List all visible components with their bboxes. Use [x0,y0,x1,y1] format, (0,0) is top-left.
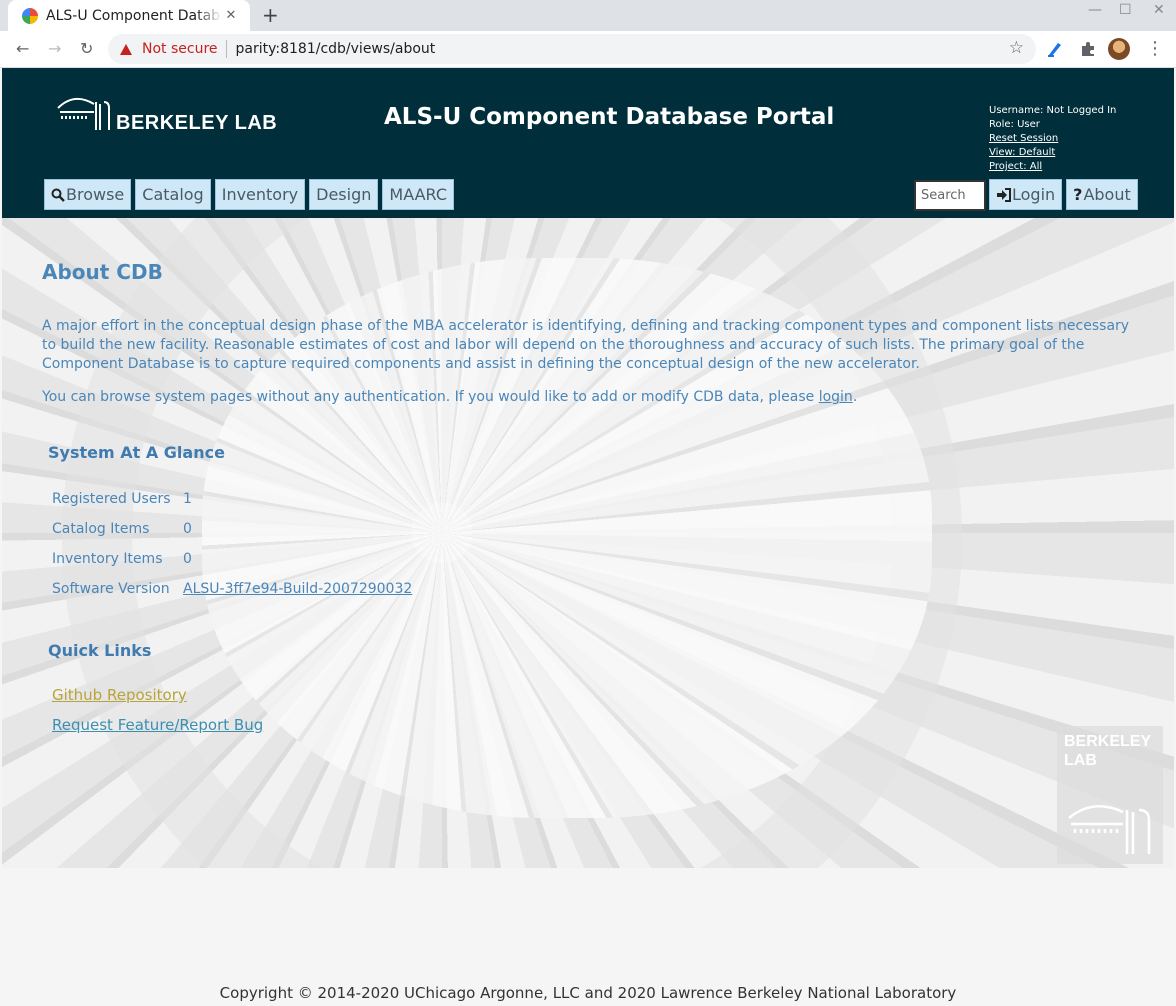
browse-paragraph-text: You can browse system pages without any … [42,389,819,405]
tab-title: ALS-U Component Database Portal [46,7,222,24]
glance-heading: System At A Glance [48,443,225,462]
view-link[interactable]: View: Default [989,146,1116,160]
security-label: Not secure [142,41,218,57]
browse-paragraph: You can browse system pages without any … [42,388,1132,407]
bookmark-star-icon[interactable]: ☆ [1009,38,1024,58]
profile-avatar[interactable] [1108,38,1130,60]
menu-catalog-label: Catalog [142,185,204,204]
main-content: About CDB A major effort in the conceptu… [2,218,1174,868]
quick-links-heading: Quick Links [48,641,152,660]
menu-catalog-button[interactable]: Catalog [135,179,211,210]
glance-row: Registered Users 1 [52,491,412,521]
glance-label: Registered Users [52,491,171,507]
username-label: Username: Not Logged In [989,105,1117,116]
browser-tabstrip: ALS-U Component Database Portal ✕ + — ☐ … [0,0,1176,31]
menu-maarc-button[interactable]: MAARC [382,179,455,210]
corner-building-icon [1068,805,1151,854]
back-icon[interactable]: ← [16,39,29,58]
glance-label: Inventory Items [52,551,163,567]
maximize-icon[interactable]: ☐ [1119,2,1132,18]
url-text: parity:8181/cdb/views/about [235,41,436,57]
favicon-icon [22,7,38,24]
glance-value: 0 [183,551,192,567]
project-link[interactable]: Project: All [989,160,1116,174]
about-paragraph: A major effort in the conceptual design … [42,318,1130,372]
portal-title: ALS-U Component Database Portal [384,104,835,130]
address-bar[interactable]: Not secure parity:8181/cdb/views/about ☆ [108,34,1036,64]
glance-row: Software Version ALSU-3ff7e94-Build-2007… [52,581,412,611]
sign-in-icon [997,187,1011,202]
corner-berkeley-logo: BERKELEY LAB [1057,726,1163,864]
logo-text: BERKELEY LAB [116,112,278,134]
page-title: About CDB [42,260,163,284]
page: BERKELEY LAB ALS-U Component Database Po… [2,68,1174,1006]
corner-logo-line1: BERKELEY [1064,733,1152,750]
menu-design-label: Design [316,185,372,204]
menu-inventory-label: Inventory [221,185,299,204]
browser-menu-icon[interactable]: ⋮ [1146,38,1164,59]
search-input[interactable] [914,180,986,211]
glance-table: Registered Users 1 Catalog Items 0 Inven… [52,491,412,611]
browser-toolbar: ← → ↻ Not secure parity:8181/cdb/views/a… [0,31,1176,68]
role-label: Role: User [989,119,1040,130]
user-info: Username: Not Logged In Role: User Reset… [989,104,1116,174]
search-icon [51,188,65,202]
reload-icon[interactable]: ↻ [80,39,93,58]
minimize-icon[interactable]: — [1088,2,1102,18]
software-version-link[interactable]: ALSU-3ff7e94-Build-2007290032 [183,581,412,597]
menu-browse-button[interactable]: Browse [44,179,132,210]
glance-label: Software Version [52,581,170,597]
browse-paragraph-end: . [852,389,858,405]
glance-value: 0 [183,521,192,537]
browser-tab[interactable]: ALS-U Component Database Portal ✕ [8,0,250,31]
puzzle-extension-icon[interactable] [1079,40,1097,58]
report-bug-link[interactable]: Request Feature/Report Bug [52,716,263,734]
login-button[interactable]: Login [989,179,1063,210]
new-tab-icon[interactable]: + [262,3,279,27]
omnibox-divider [225,40,227,58]
forward-icon[interactable]: → [48,39,61,58]
warning-icon [120,43,132,55]
glance-row: Catalog Items 0 [52,521,412,551]
footer-copyright: Copyright © 2014-2020 UChicago Argonne, … [219,984,957,1002]
menu-design-button[interactable]: Design [309,179,379,210]
berkeley-lab-logo[interactable]: BERKELEY LAB [54,94,277,138]
close-tab-icon[interactable]: ✕ [222,8,240,23]
menu-maarc-label: MAARC [389,185,448,204]
about-button[interactable]: ? About [1066,179,1138,210]
building-logo-icon [57,97,110,130]
menu-browse-label: Browse [66,185,125,204]
glance-row: Inventory Items 0 [52,551,412,581]
main-menu: Browse Catalog Inventory Design MAARC [44,179,455,210]
menu-inventory-button[interactable]: Inventory [214,179,306,210]
glance-value: 1 [183,491,192,507]
close-window-icon[interactable]: ✕ [1153,2,1165,18]
header-actions: Login ? About [989,179,1138,210]
corner-logo-line2: LAB [1064,752,1097,769]
login-label: Login [1012,185,1056,204]
about-label: About [1083,185,1131,204]
reset-session-link[interactable]: Reset Session [989,132,1116,146]
question-icon: ? [1073,185,1083,204]
pen-extension-icon[interactable] [1046,40,1064,58]
site-header: BERKELEY LAB ALS-U Component Database Po… [2,68,1174,218]
glance-label: Catalog Items [52,521,150,537]
github-repository-link[interactable]: Github Repository [52,686,187,704]
login-link[interactable]: login [819,389,853,405]
